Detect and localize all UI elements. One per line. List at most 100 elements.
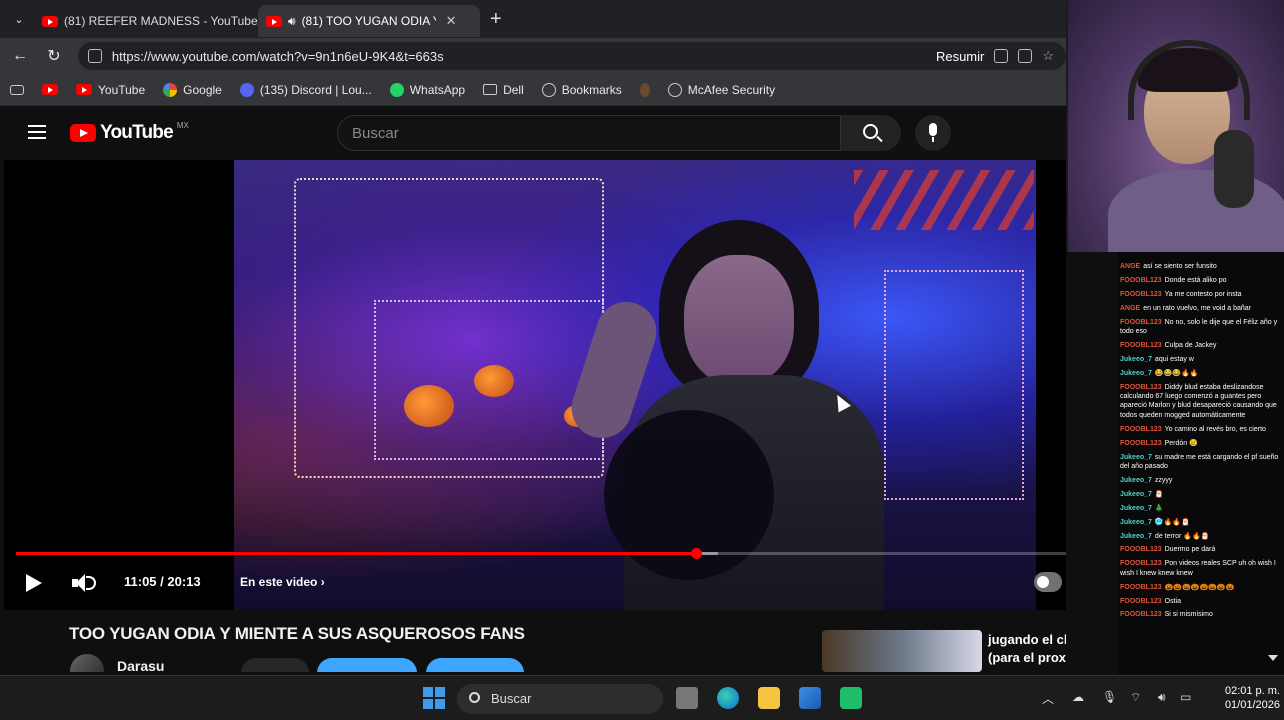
- bookmark-dell[interactable]: Dell: [483, 83, 524, 97]
- clock-time: 02:01 p. m.: [1224, 685, 1280, 697]
- tab-reefer-madness[interactable]: (81) REEFER MADNESS - YouTube ✕: [34, 5, 258, 37]
- chat-username: Jukeeo_7: [1120, 453, 1152, 461]
- scroll-down-icon[interactable]: [1268, 655, 1278, 661]
- summarize-label: Resumir: [935, 48, 985, 64]
- app-icon[interactable]: [840, 687, 862, 709]
- chat-text: 🎄: [1154, 504, 1164, 512]
- channel-avatar[interactable]: [70, 654, 104, 672]
- menu-hamburger-icon[interactable]: [28, 125, 46, 139]
- bookmark-discord[interactable]: (135) Discord | Lou...: [239, 82, 372, 97]
- bookmark-whatsapp[interactable]: WhatsApp: [389, 82, 465, 97]
- chat-text: Yo camino al revés bro, es cierto: [1164, 425, 1266, 433]
- chat-text: en un rato vuelvo, me void a bañar: [1143, 304, 1252, 312]
- bookmark-mcafee[interactable]: McAfee Security: [667, 82, 775, 97]
- wifi-icon[interactable]: ⌔: [1130, 690, 1141, 705]
- chat-message: Jukeeo_7 😂😂😂🔥🔥: [1120, 369, 1280, 378]
- back-arrow-icon[interactable]: ←: [6, 47, 34, 65]
- tab-list-button[interactable]: ⌄: [4, 4, 34, 34]
- chat-message: FOOOBL123 No no, solo le dije que el Féli…: [1120, 318, 1280, 337]
- voice-search-icon[interactable]: [915, 115, 951, 151]
- time-display: 11:05 / 20:13: [124, 574, 201, 589]
- youtube-favicon-icon: [42, 15, 58, 27]
- chat-message: Jukeeo_7 zzyyy: [1120, 476, 1280, 485]
- close-tab-icon[interactable]: ✕: [446, 13, 457, 29]
- chat-text: 🥶🔥🔥🎅: [1154, 518, 1190, 526]
- chat-text: Duermo pe dará: [1164, 546, 1216, 554]
- play-button[interactable]: [26, 574, 42, 592]
- chat-username: FOOOBL123: [1120, 425, 1162, 433]
- join-button[interactable]: [241, 658, 309, 672]
- volume-icon[interactable]: [72, 574, 98, 592]
- subscribe-button[interactable]: [317, 658, 417, 672]
- video-player[interactable]: 11:05 / 20:13 En este video ›: [4, 160, 1066, 610]
- taskbar-search[interactable]: Buscar: [457, 684, 663, 714]
- discord-icon: [239, 82, 254, 97]
- chat-text: 🎅: [1154, 490, 1164, 498]
- bookmark-youtube[interactable]: YouTube: [76, 83, 145, 97]
- youtube-logo[interactable]: YouTube MX: [70, 121, 189, 144]
- chat-username: Jukeeo_7: [1120, 504, 1152, 512]
- chat-message: FOOOBL123 Perdón 😢: [1120, 439, 1280, 448]
- url-field[interactable]: https://www.youtube.com/watch?v=9n1n6eU-…: [77, 42, 1067, 70]
- chat-text: 🎃🎃🎃🎃🎃🎃🎃🎃: [1164, 583, 1235, 591]
- autoplay-toggle[interactable]: [1034, 572, 1062, 592]
- summarize-button[interactable]: Resumir ☆: [936, 48, 1054, 64]
- tab-too-yugan[interactable]: 🔊︎ (81) TOO YUGAN ODIA Y MIE ✕: [258, 5, 480, 37]
- chat-message: Jukeeo_7 aqui estay w: [1120, 355, 1280, 364]
- site-info-icon[interactable]: [87, 49, 102, 63]
- tab-strip: ⌄ (81) REEFER MADNESS - YouTube ✕ 🔊︎ (81…: [0, 0, 1066, 38]
- logo-text: YouTube: [100, 122, 174, 143]
- action-button[interactable]: [426, 658, 524, 672]
- favorite-star-icon[interactable]: ☆: [1042, 48, 1054, 64]
- file-explorer-icon[interactable]: [758, 687, 780, 709]
- bookmark-bookmarks[interactable]: Bookmarks: [541, 82, 622, 97]
- bookmark-menu-icon[interactable]: [10, 84, 24, 95]
- chat-username: Jukeeo_7: [1120, 369, 1152, 377]
- chat-text: Culpa de Jackey: [1164, 341, 1217, 349]
- windows-start-icon[interactable]: [423, 687, 445, 709]
- chapters-button[interactable]: En este video ›: [240, 575, 325, 589]
- clock[interactable]: 02:01 p. m. 01/01/2026: [1196, 684, 1280, 712]
- chat-text: zzyyy: [1154, 476, 1173, 484]
- chat-username: ANGE: [1120, 263, 1141, 270]
- chat-text: de terror 🔥🔥🎅: [1154, 532, 1210, 540]
- bookmark-extra[interactable]: [639, 82, 650, 97]
- chat-username: Jukeeo_7: [1120, 532, 1152, 540]
- youtube-icon: [76, 84, 92, 95]
- reload-icon[interactable]: ↻: [40, 46, 68, 66]
- recommended-title[interactable]: jugando el clash royale chino (para el p…: [988, 631, 1066, 667]
- chat-username: Jukeeo_7: [1120, 476, 1152, 484]
- chat-text: Donde está aliko po: [1164, 276, 1227, 284]
- store-icon[interactable]: [799, 687, 821, 709]
- search-button[interactable]: [841, 115, 901, 151]
- scrubber-handle[interactable]: [690, 548, 702, 559]
- chat-message: FOOOBL123 Pon videos reales SCP uh oh wis…: [1120, 559, 1280, 578]
- bookmark-google[interactable]: Google: [163, 82, 222, 97]
- tray-app-icon[interactable]: ☁︎: [1072, 690, 1084, 704]
- recommended-thumbnail[interactable]: [822, 630, 982, 672]
- folder-icon: [483, 84, 498, 95]
- channel-name[interactable]: Darasu: [117, 658, 164, 672]
- tray-mic-icon[interactable]: 🎙︎: [1102, 690, 1117, 704]
- youtube-play-icon: [70, 124, 96, 142]
- chat-message: Jukeeo_7 🎄: [1120, 504, 1280, 513]
- new-tab-icon[interactable]: +: [490, 8, 502, 31]
- task-view-icon[interactable]: [676, 687, 698, 709]
- bookmark-youtube-icon-only[interactable]: [42, 84, 58, 95]
- battery-icon[interactable]: ▭: [1180, 690, 1191, 704]
- globe-icon: [667, 82, 682, 97]
- video-frame: [234, 160, 1036, 610]
- volume-tray-icon[interactable]: 🔊︎: [1158, 690, 1166, 705]
- search-input[interactable]: Buscar: [337, 115, 841, 151]
- edge-browser-icon[interactable]: [717, 687, 739, 709]
- chat-username: FOOOBL123: [1120, 560, 1162, 568]
- split-screen-icon[interactable]: [1018, 49, 1033, 63]
- chat-username: FOOOBL123: [1120, 546, 1162, 554]
- chat-username: FOOOBL123: [1120, 318, 1162, 326]
- tray-chevron-icon[interactable]: ︿: [1042, 690, 1054, 707]
- globe-icon: [541, 82, 556, 97]
- chat-username: FOOOBL123: [1120, 276, 1162, 284]
- speaker-icon[interactable]: 🔊︎: [288, 14, 296, 29]
- chat-message: FOOOBL123 Culpa de Jackey: [1120, 341, 1280, 350]
- chat-message: Jukeeo_7 su madre me está cargando el pf …: [1120, 453, 1280, 472]
